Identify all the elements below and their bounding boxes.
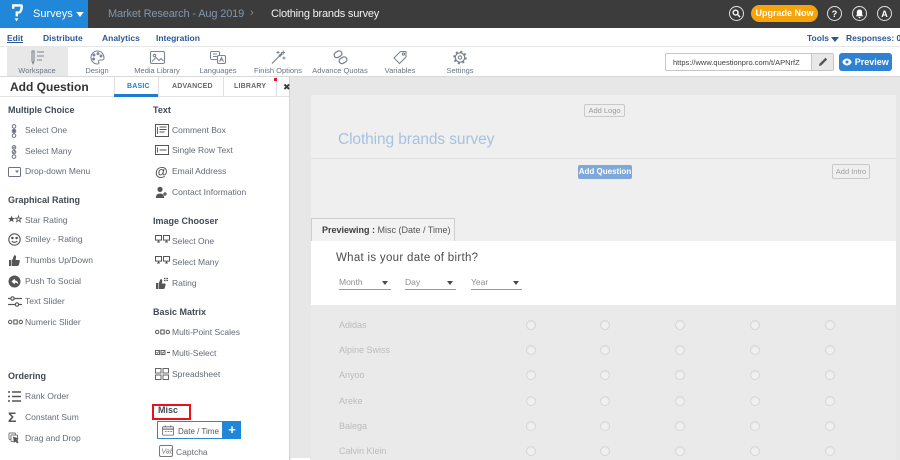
svg-text:Va8: Va8: [162, 449, 174, 456]
